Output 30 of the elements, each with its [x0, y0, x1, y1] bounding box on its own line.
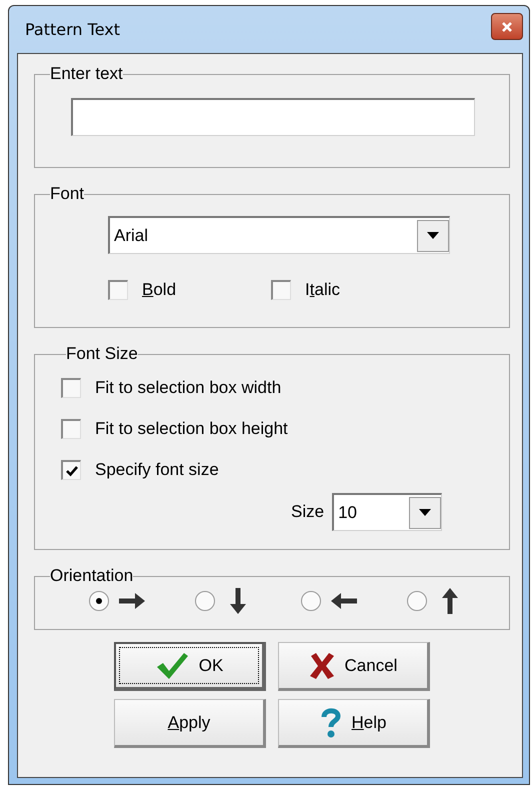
cancel-button[interactable]: Cancel — [278, 642, 430, 691]
check-icon — [66, 464, 78, 476]
size-label: Size — [291, 502, 324, 522]
orientation-radio[interactable] — [407, 591, 427, 611]
window-title: Pattern Text — [24, 20, 120, 39]
group-label: Enter text — [50, 64, 123, 84]
orientation-radio[interactable] — [301, 591, 321, 611]
cross-icon — [308, 652, 335, 680]
size-option-checkbox[interactable]: Fit to selection box width — [61, 378, 499, 398]
group-label: Font — [50, 184, 84, 204]
font-dropdown[interactable]: Arial — [108, 216, 450, 254]
close-icon — [501, 20, 513, 32]
orientation-radio[interactable] — [89, 591, 109, 611]
apply-button[interactable]: Apply — [114, 699, 266, 748]
ok-button[interactable]: OK — [114, 642, 266, 691]
group-label: Font Size — [66, 344, 138, 364]
style-checkbox[interactable]: Italic — [271, 280, 340, 300]
orientation-radio[interactable] — [195, 591, 215, 611]
question-icon — [320, 706, 342, 738]
checkmark-icon — [154, 650, 189, 680]
group-label: Orientation — [50, 566, 134, 586]
size-option-checkbox[interactable]: Specify font size — [61, 460, 499, 480]
size-dropdown[interactable]: 10 — [332, 493, 442, 531]
dropdown-arrow-icon — [427, 232, 439, 239]
style-checkbox[interactable]: Bold — [108, 280, 176, 300]
text-input-field[interactable] — [71, 98, 475, 136]
close-button[interactable] — [491, 13, 523, 40]
dropdown-arrow-icon — [419, 509, 432, 516]
size-option-checkbox[interactable]: Fit to selection box height — [61, 419, 499, 439]
help-button[interactable]: Help — [278, 699, 430, 748]
